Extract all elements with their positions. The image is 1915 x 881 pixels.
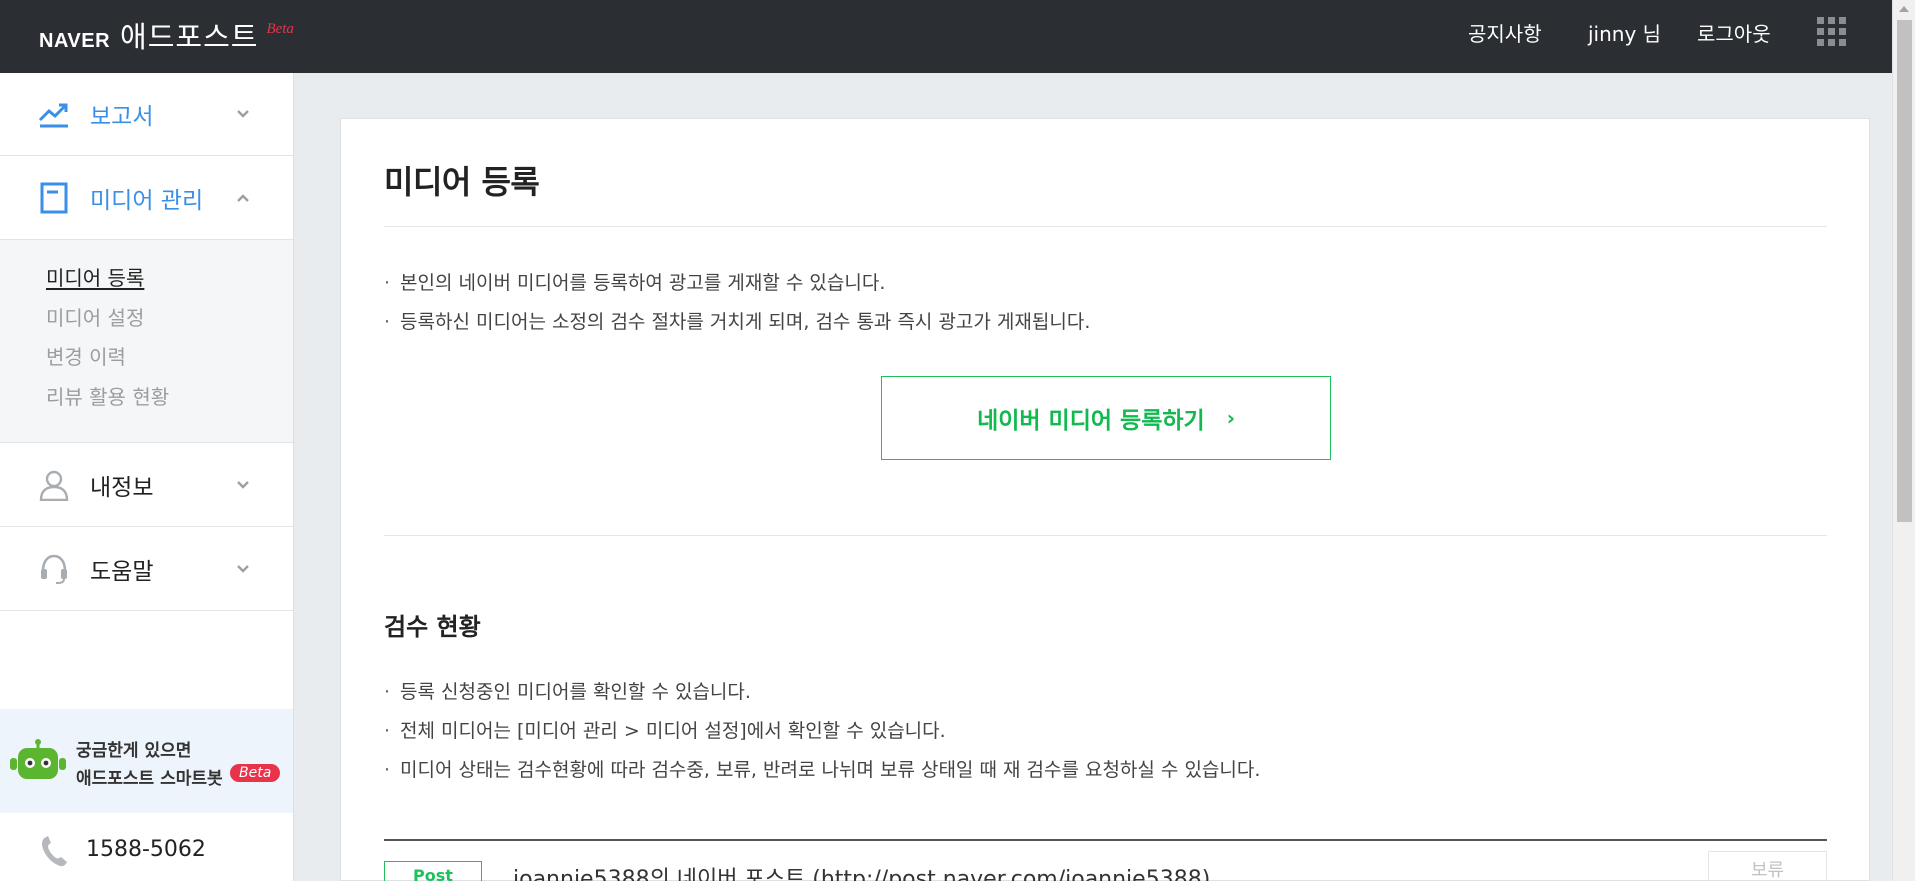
main-content-card: 미디어 등록 본인의 네이버 미디어를 등록하여 광고를 게재할 수 있습니다.… xyxy=(340,118,1870,881)
media-management-submenu: 미디어 등록 미디어 설정 변경 이력 리뷰 활용 현황 xyxy=(0,240,293,443)
media-name[interactable]: joannie5388의 네이버 포스트 (http://post.naver.… xyxy=(513,861,1210,881)
smartbot-banner[interactable]: 궁금한게 있으면 애드포스트 스마트봇 Beta xyxy=(0,709,293,813)
media-type-badge: Post xyxy=(384,861,482,881)
register-button-label: 네이버 미디어 등록하기 xyxy=(977,408,1205,434)
sidebar-menu-label: 보고서 xyxy=(90,104,154,130)
sidebar-menu-media-management[interactable]: 미디어 관리 xyxy=(0,157,293,240)
logout-link[interactable]: 로그아웃 xyxy=(1697,18,1771,47)
sidebar-menu-label: 미디어 관리 xyxy=(90,188,204,214)
headset-icon xyxy=(41,554,67,584)
intro-text: 등록하신 미디어는 소정의 검수 절차를 거치게 되며, 검수 통과 즉시 광고… xyxy=(384,307,1090,334)
review-status-title: 검수 현황 xyxy=(384,613,481,641)
customer-phone-number: 1588-5062 xyxy=(86,837,206,862)
apps-grid-icon[interactable] xyxy=(1817,17,1846,46)
top-navigation-bar: NAVER 애드포스트 Beta 공지사항 jinny 님 로그아웃 xyxy=(0,0,1892,73)
sidebar-menu-label: 도움말 xyxy=(90,559,154,585)
page-title: 미디어 등록 xyxy=(384,163,540,201)
status-button[interactable]: 보류 xyxy=(1708,851,1827,881)
review-note: 등록 신청중인 미디어를 확인할 수 있습니다. xyxy=(384,677,751,704)
document-icon xyxy=(40,182,68,214)
register-naver-media-button[interactable]: 네이버 미디어 등록하기 › xyxy=(881,376,1331,460)
review-note: 미디어 상태는 검수현황에 따라 검수중, 보류, 반려로 나뉘며 보류 상태일… xyxy=(384,755,1260,782)
vertical-scrollbar[interactable] xyxy=(1892,0,1915,881)
sidebar-menu-help[interactable]: 도움말 xyxy=(0,528,293,611)
submenu-media-settings[interactable]: 미디어 설정 xyxy=(46,302,144,331)
phone-icon xyxy=(42,836,67,867)
sidebar: 보고서 미디어 관리 미디어 등록 미디어 설정 변경 이력 리뷰 활용 현황 … xyxy=(0,73,294,881)
chevron-down-icon xyxy=(237,565,249,573)
chevron-up-icon xyxy=(237,194,249,202)
sidebar-menu-report[interactable]: 보고서 xyxy=(0,73,293,156)
user-menu[interactable]: jinny 님 xyxy=(1588,18,1661,47)
notice-link[interactable]: 공지사항 xyxy=(1468,18,1542,47)
scroll-up-arrow-icon[interactable] xyxy=(1899,6,1909,12)
sidebar-menu-my-info[interactable]: 내정보 xyxy=(0,444,293,527)
brand-adpost: 애드포스트 xyxy=(120,20,259,54)
smartbot-beta-badge: Beta xyxy=(230,764,281,782)
submenu-review-usage[interactable]: 리뷰 활용 현황 xyxy=(46,381,169,410)
chevron-down-icon xyxy=(237,481,249,489)
intro-text: 본인의 네이버 미디어를 등록하여 광고를 게재할 수 있습니다. xyxy=(384,268,885,295)
submenu-media-register[interactable]: 미디어 등록 xyxy=(46,262,144,291)
person-icon xyxy=(39,470,69,501)
smartbot-line1: 궁금한게 있으면 xyxy=(76,741,192,761)
brand-beta-mark: Beta xyxy=(266,21,294,37)
chart-line-icon xyxy=(38,103,68,128)
smartbot-line2: 애드포스트 스마트봇 xyxy=(76,769,223,789)
review-table-top-border xyxy=(384,839,1827,841)
title-divider xyxy=(384,226,1827,227)
sidebar-menu-label: 내정보 xyxy=(90,475,154,501)
brand-logo[interactable]: NAVER 애드포스트 Beta xyxy=(39,14,294,56)
chevron-right-icon: › xyxy=(1226,406,1235,430)
robot-icon xyxy=(10,739,66,779)
brand-naver: NAVER xyxy=(39,30,111,52)
review-note: 전체 미디어는 [미디어 관리 > 미디어 설정]에서 확인할 수 있습니다. xyxy=(384,716,946,743)
scroll-thumb[interactable] xyxy=(1897,20,1912,522)
section-divider xyxy=(384,535,1827,536)
submenu-change-history[interactable]: 변경 이력 xyxy=(46,341,126,370)
chevron-down-icon xyxy=(237,110,249,118)
